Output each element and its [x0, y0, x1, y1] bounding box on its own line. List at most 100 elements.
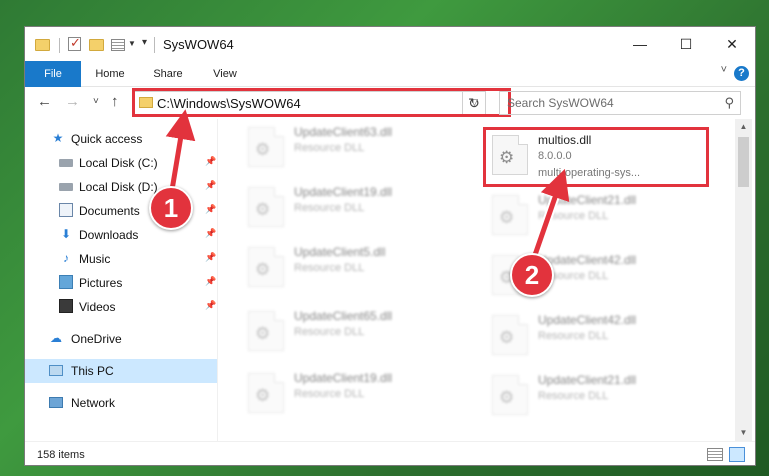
ribbon-tabs: File Home Share View ˅ ?: [25, 61, 755, 87]
address-path[interactable]: C:\Windows\SysWOW64: [157, 96, 301, 111]
dll-file-icon: ⚙: [492, 315, 528, 355]
sidebar-item-pictures[interactable]: Pictures 📌: [25, 271, 217, 295]
file-item[interactable]: ⚙ UpdateClient63.dll Resource DLL: [240, 119, 470, 179]
divider: [59, 38, 60, 53]
documents-icon: [59, 203, 73, 217]
disk-icon: [59, 159, 73, 167]
chevron-down-icon[interactable]: ▼: [128, 39, 136, 55]
back-button[interactable]: ←: [37, 93, 52, 110]
expand-ribbon-icon[interactable]: ˅: [721, 64, 727, 76]
tab-file[interactable]: File: [25, 61, 81, 87]
sidebar-item-label: Local Disk (D:): [79, 180, 158, 194]
file-item-multios[interactable]: ⚙ multios.dll 8.0.0.0 multi-operating-sy…: [484, 127, 714, 187]
music-icon: ♪: [63, 251, 69, 265]
maximize-button[interactable]: ☐: [663, 27, 709, 61]
file-item[interactable]: ⚙ UpdateClient42.dll Resource DLL: [484, 307, 714, 367]
file-name: UpdateClient21.dll: [538, 193, 637, 207]
dll-file-icon: ⚙: [248, 373, 284, 413]
scroll-up-icon[interactable]: ▲: [735, 119, 752, 135]
gear-icon: ⚙: [255, 324, 271, 343]
sidebar-item-music[interactable]: ♪ Music 📌: [25, 247, 217, 271]
sidebar-item-downloads[interactable]: ⬇ Downloads 📌: [25, 223, 217, 247]
sidebar-item-this-pc[interactable]: This PC: [25, 359, 217, 383]
quick-access-customize-icon[interactable]: ▾: [142, 37, 147, 53]
step-badge-2: 2: [510, 253, 554, 297]
file-name: UpdateClient42.dll: [538, 253, 637, 267]
close-button[interactable]: ✕: [709, 27, 755, 61]
file-type: Resource DLL: [538, 210, 609, 222]
tab-home[interactable]: Home: [85, 61, 135, 87]
file-name: UpdateClient19.dll: [294, 371, 393, 385]
sidebar-item-network[interactable]: Network: [25, 391, 217, 415]
search-box[interactable]: Search SysWOW64 ⚲: [499, 91, 741, 115]
file-item[interactable]: ⚙ UpdateClient21.dll Resource DLL: [484, 187, 714, 247]
refresh-button[interactable]: ↻: [462, 91, 486, 115]
file-name: UpdateClient21.dll: [538, 373, 637, 387]
dll-file-icon: ⚙: [248, 187, 284, 227]
pc-icon: [49, 365, 63, 376]
tab-view[interactable]: View: [201, 61, 249, 87]
pin-icon[interactable]: 📌: [205, 252, 216, 263]
search-input[interactable]: Search SysWOW64: [507, 96, 614, 110]
file-version: 8.0.0.0: [538, 150, 572, 162]
vertical-scrollbar[interactable]: ▲ ▼: [735, 119, 752, 441]
pin-icon[interactable]: 📌: [205, 156, 216, 167]
folder-icon: [139, 97, 153, 108]
sidebar-item-onedrive[interactable]: ☁ OneDrive: [25, 327, 217, 351]
file-item[interactable]: ⚙ UpdateClient5.dll Resource DLL: [240, 239, 470, 299]
file-item[interactable]: ⚙ UpdateClient65.dll Resource DLL: [240, 303, 470, 363]
forward-button[interactable]: →: [65, 93, 80, 110]
pin-icon[interactable]: 📌: [205, 276, 216, 287]
file-name: UpdateClient5.dll: [294, 245, 386, 259]
sidebar-item-label: Documents: [79, 204, 140, 218]
navigation-bar: ← → ˅ ↑ C:\Windows\SysWOW64 ▽ ↻ Search S…: [25, 87, 755, 119]
scrollbar-thumb[interactable]: [738, 137, 749, 187]
details-view-icon[interactable]: [707, 448, 723, 461]
sidebar-item-label: Music: [79, 252, 111, 266]
help-icon[interactable]: ?: [734, 66, 749, 81]
new-folder-icon[interactable]: [89, 39, 104, 51]
pin-icon[interactable]: 📌: [205, 300, 216, 311]
sidebar-item-videos[interactable]: Videos 📌: [25, 295, 217, 319]
search-icon[interactable]: ⚲: [724, 95, 734, 111]
dll-file-icon: ⚙: [248, 311, 284, 351]
gear-icon: ⚙: [255, 386, 271, 405]
pictures-icon: [59, 275, 73, 289]
address-bar[interactable]: C:\Windows\SysWOW64 ▽: [134, 91, 486, 115]
sidebar-item-quick-access[interactable]: ★ Quick access: [25, 127, 217, 151]
file-description: multi-operating-sys...: [538, 167, 641, 179]
tab-share[interactable]: Share: [143, 61, 193, 87]
file-item[interactable]: ⚙ UpdateClient21.dll Resource DLL: [484, 367, 714, 427]
file-type: Resource DLL: [294, 202, 365, 214]
file-item[interactable]: ⚙ UpdateClient19.dll Resource DLL: [240, 365, 470, 425]
sidebar-item-label: Local Disk (C:): [79, 156, 158, 170]
pin-icon[interactable]: 📌: [205, 228, 216, 239]
explorer-window: ▼ ▾ SysWOW64 — ☐ ✕ File Home Share View …: [24, 26, 756, 466]
gear-icon: ⚙: [499, 208, 515, 227]
status-bar: 158 items: [25, 441, 755, 465]
properties-check-icon[interactable]: [68, 35, 81, 51]
sidebar-item-label: Pictures: [79, 276, 123, 290]
sidebar-item-label: Quick access: [71, 132, 143, 146]
recent-locations-button[interactable]: ˅: [93, 96, 99, 107]
gear-icon: ⚙: [255, 140, 271, 159]
file-item[interactable]: ⚙ UpdateClient19.dll Resource DLL: [240, 179, 470, 239]
navigation-pane: ★ Quick access Local Disk (C:) 📌 Local D…: [25, 123, 217, 441]
gear-icon: ⚙: [255, 200, 271, 219]
file-name: UpdateClient19.dll: [294, 185, 393, 199]
view-properties-icon[interactable]: [111, 39, 125, 51]
download-icon: ⬇: [60, 227, 72, 241]
pin-icon[interactable]: 📌: [205, 204, 216, 215]
large-icons-view-icon[interactable]: [729, 447, 745, 462]
title-bar: ▼ ▾ SysWOW64 — ☐ ✕: [25, 27, 755, 61]
divider: [154, 37, 155, 53]
file-name: UpdateClient65.dll: [294, 309, 393, 323]
pin-icon[interactable]: 📌: [205, 180, 216, 191]
sidebar-item-label: Videos: [79, 300, 116, 314]
dll-file-icon: ⚙: [248, 247, 284, 287]
scroll-down-icon[interactable]: ▼: [735, 425, 752, 441]
sidebar-item-local-disk-c[interactable]: Local Disk (C:) 📌: [25, 151, 217, 175]
minimize-button[interactable]: —: [617, 27, 663, 61]
up-button[interactable]: ↑: [111, 93, 119, 110]
window-title: SysWOW64: [163, 37, 234, 52]
